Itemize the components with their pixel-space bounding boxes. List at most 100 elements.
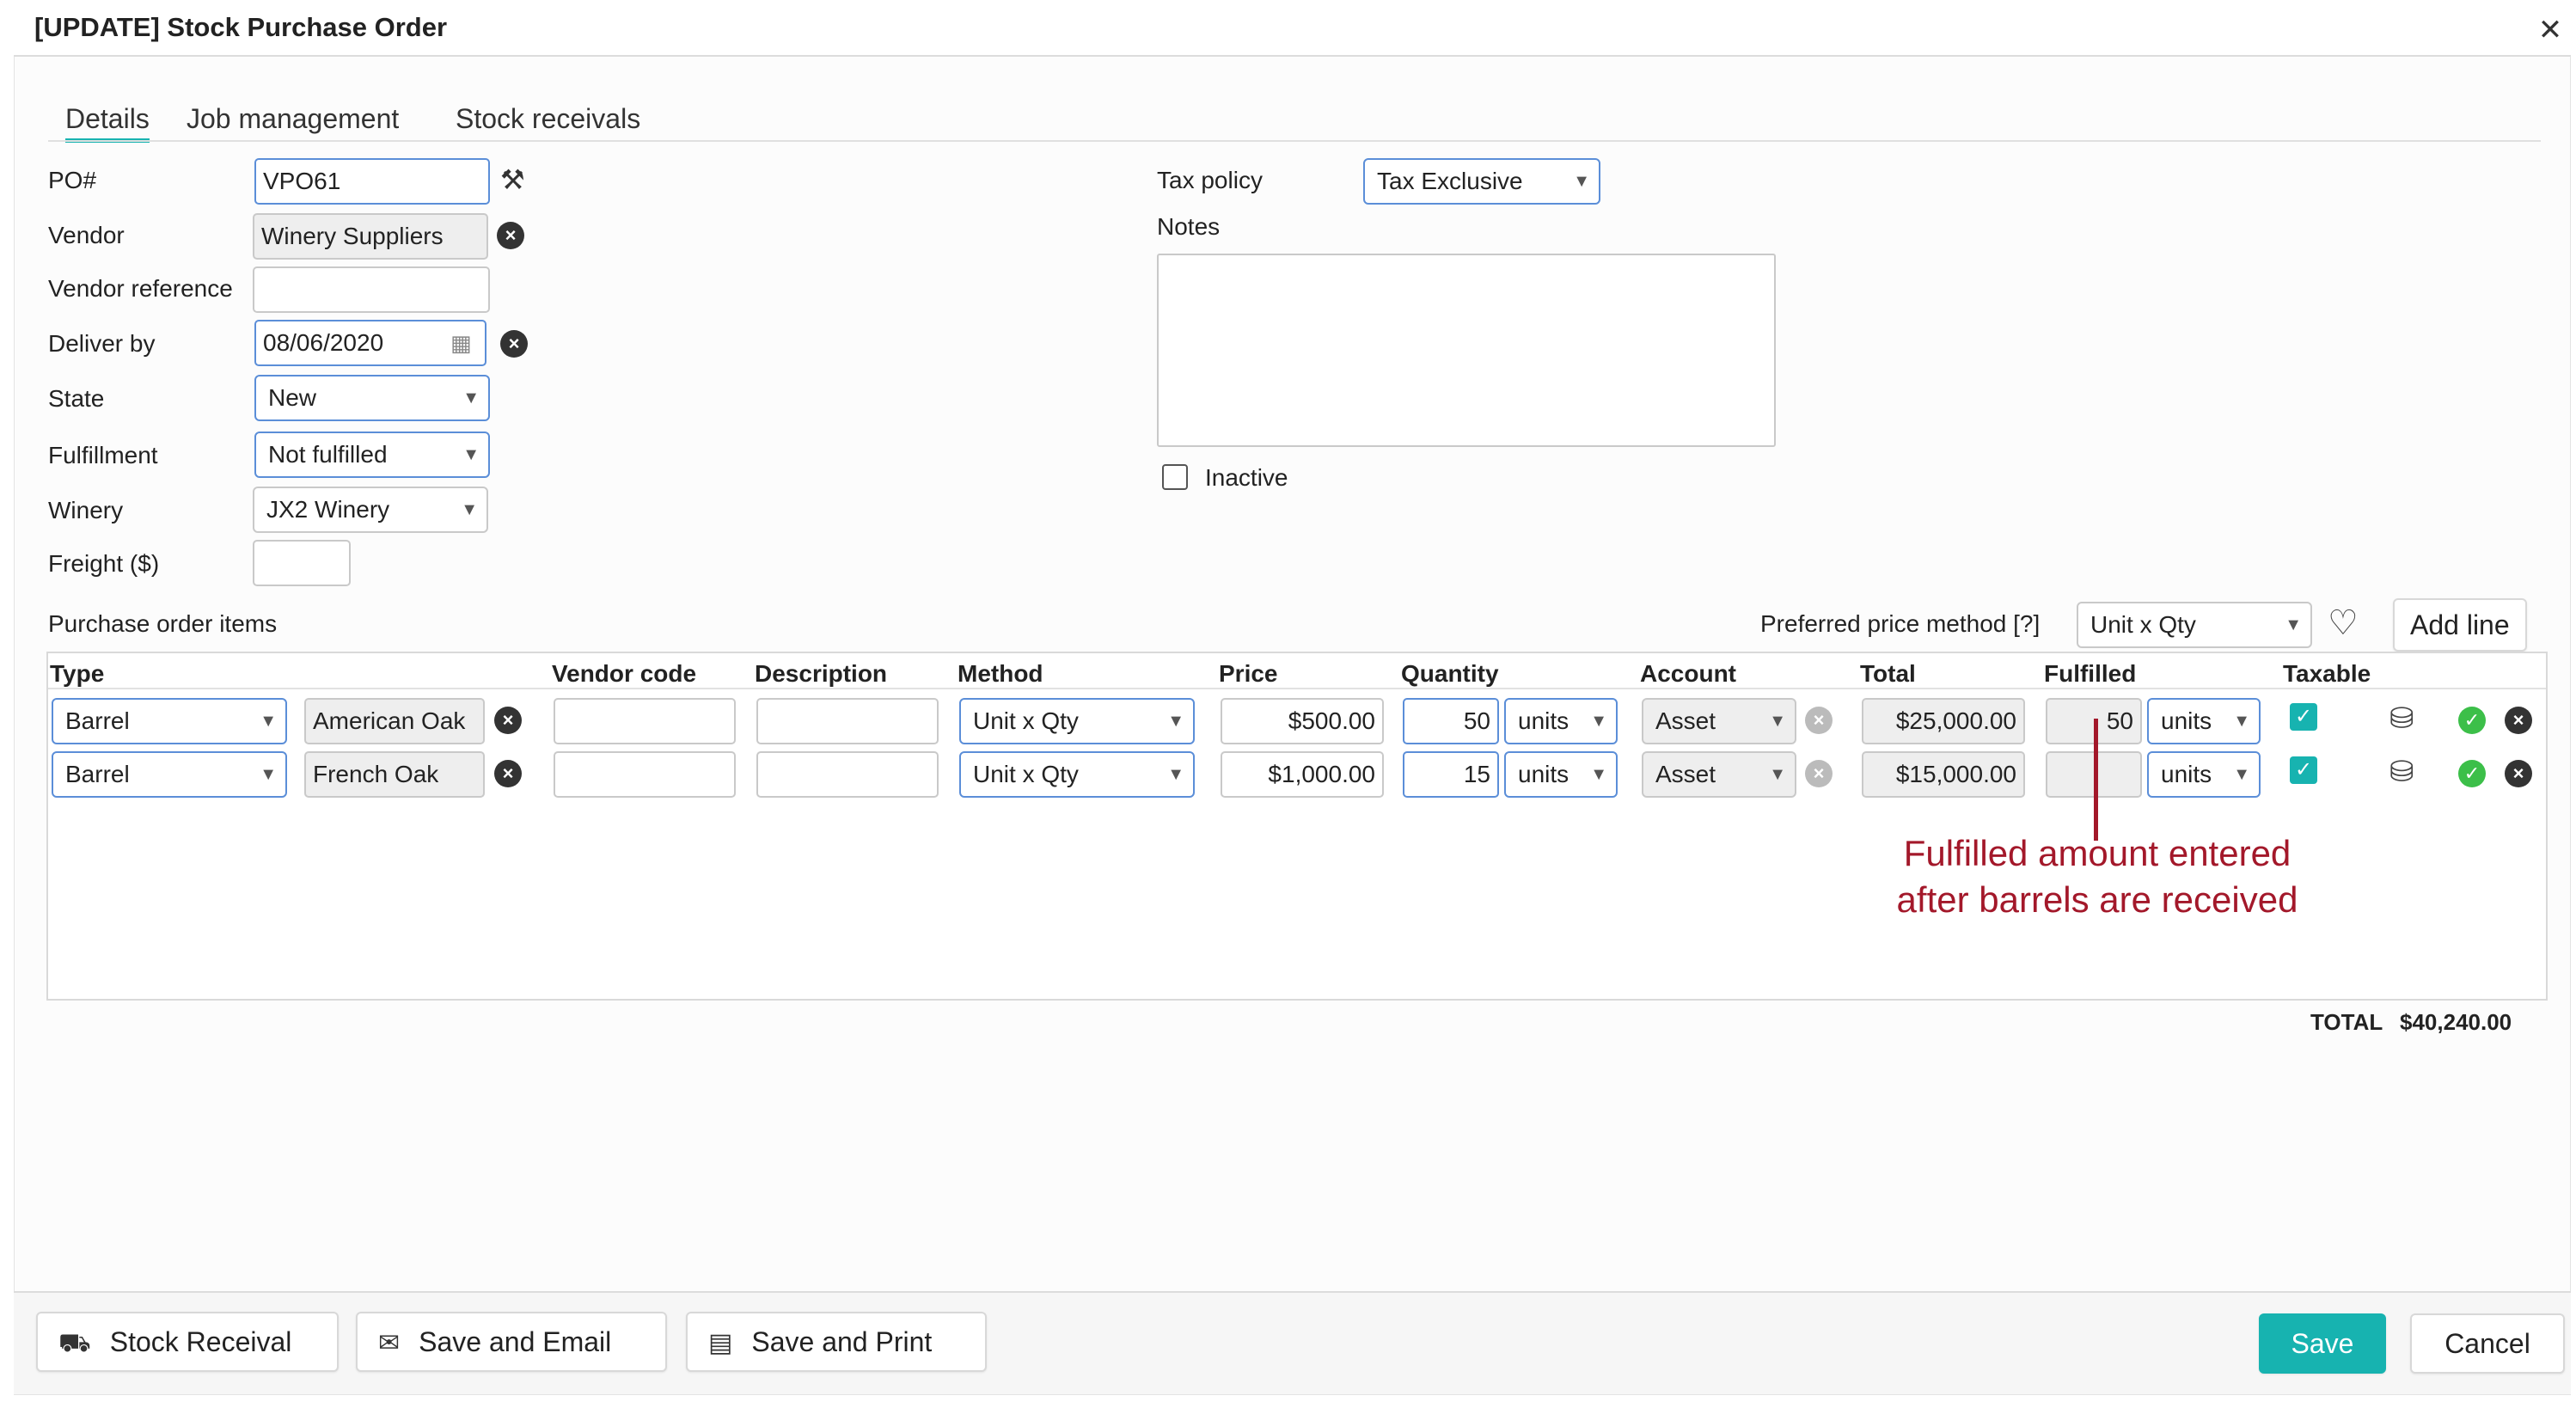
row2-price-input[interactable]: $1,000.00 xyxy=(1221,751,1384,798)
magic-wand-icon[interactable]: ⚒ xyxy=(500,163,525,196)
row1-quantity-input[interactable]: 50 xyxy=(1403,698,1499,744)
chevron-down-icon: ▼ xyxy=(1167,765,1184,784)
cancel-button[interactable]: Cancel xyxy=(2410,1313,2565,1374)
tab-divider xyxy=(48,140,2541,142)
row1-clear-account-icon[interactable]: × xyxy=(1805,707,1833,734)
vendor-input[interactable]: Winery Suppliers xyxy=(253,213,488,260)
row2-total-value: $15,000.00 xyxy=(1862,751,2025,798)
fulfillment-select[interactable]: Not fulfilled ▼ xyxy=(254,432,490,478)
notes-label: Notes xyxy=(1157,213,1221,240)
row2-clear-account-icon[interactable]: × xyxy=(1805,760,1833,787)
row2-quantity-input[interactable]: 15 xyxy=(1403,751,1499,798)
row1-account-value: Asset xyxy=(1655,707,1716,734)
row2-clear-item-icon[interactable]: × xyxy=(494,760,522,787)
chevron-down-icon: ▼ xyxy=(1573,172,1590,191)
row2-vendor-code-input[interactable] xyxy=(554,751,736,798)
row2-type-select[interactable]: Barrel ▼ xyxy=(52,751,287,798)
deliver-by-label: Deliver by xyxy=(48,330,156,357)
tab-stock-receivals[interactable]: Stock receivals xyxy=(456,103,640,135)
purchase-order-items-label: Purchase order items xyxy=(48,610,278,637)
chevron-down-icon: ▼ xyxy=(1167,712,1184,731)
close-icon[interactable]: ✕ xyxy=(2536,15,2565,45)
row1-description-input[interactable] xyxy=(756,698,939,744)
tax-policy-value: Tax Exclusive xyxy=(1377,168,1523,194)
col-method: Method xyxy=(958,660,1043,687)
row2-method-select[interactable]: Unit x Qty ▼ xyxy=(959,751,1195,798)
save-and-print-button[interactable]: ▤ Save and Print xyxy=(686,1312,987,1372)
row2-item-input[interactable]: French Oak xyxy=(304,751,485,798)
row1-method-value: Unit x Qty xyxy=(973,707,1079,734)
row2-account-select[interactable]: Asset ▼ xyxy=(1642,751,1796,798)
preferred-price-method-label: Preferred price method [?] xyxy=(1760,610,2041,637)
row1-taxable-checkbox[interactable]: ✓ xyxy=(2290,703,2317,731)
tab-details[interactable]: Details xyxy=(65,103,150,143)
annotation-line-1: Fulfilled amount entered xyxy=(1903,833,2291,873)
col-vendor-code: Vendor code xyxy=(552,660,697,687)
row1-account-select[interactable]: Asset ▼ xyxy=(1642,698,1796,744)
row1-method-select[interactable]: Unit x Qty ▼ xyxy=(959,698,1195,744)
preferred-price-method-select[interactable]: Unit x Qty ▼ xyxy=(2077,602,2312,648)
dialog-title: [UPDATE] Stock Purchase Order xyxy=(34,12,448,42)
row2-taxable-checkbox[interactable]: ✓ xyxy=(2290,756,2317,784)
state-select[interactable]: New ▼ xyxy=(254,375,490,421)
chevron-down-icon: ▼ xyxy=(1769,765,1786,784)
save-and-print-label: Save and Print xyxy=(751,1326,933,1357)
row1-confirm-icon[interactable]: ✓ xyxy=(2458,707,2486,734)
row1-delete-icon[interactable]: × xyxy=(2505,707,2532,734)
winery-select[interactable]: JX2 Winery ▼ xyxy=(253,487,488,533)
row2-quantity-unit-value: units xyxy=(1518,761,1569,787)
truck-icon: ⛟ xyxy=(58,1329,91,1357)
stock-receival-button[interactable]: ⛟ Stock Receival xyxy=(36,1312,339,1372)
po-input[interactable]: VPO61 xyxy=(254,158,490,205)
row1-quantity-unit-select[interactable]: units ▼ xyxy=(1504,698,1618,744)
save-button[interactable]: Save xyxy=(2259,1313,2386,1374)
calendar-icon[interactable]: ▦ xyxy=(450,330,472,357)
total-value: $40,240.00 xyxy=(2400,1009,2512,1035)
clear-date-icon[interactable]: × xyxy=(500,330,528,358)
notes-textarea[interactable] xyxy=(1157,254,1776,447)
row2-confirm-icon[interactable]: ✓ xyxy=(2458,760,2486,787)
row2-fulfilled-unit-select[interactable]: units ▼ xyxy=(2147,751,2261,798)
save-and-email-label: Save and Email xyxy=(419,1326,612,1357)
row1-fulfilled-unit-select[interactable]: units ▼ xyxy=(2147,698,2261,744)
row2-delete-icon[interactable]: × xyxy=(2505,760,2532,787)
col-description: Description xyxy=(755,660,888,687)
state-label: State xyxy=(48,385,105,412)
vendor-label: Vendor xyxy=(48,222,125,248)
row1-barrel-icon[interactable]: ⛁ xyxy=(2389,701,2414,736)
fulfillment-label: Fulfillment xyxy=(48,442,158,468)
row1-clear-item-icon[interactable]: × xyxy=(494,707,522,734)
tab-job-management[interactable]: Job management xyxy=(187,103,399,135)
state-value: New xyxy=(268,384,317,411)
inactive-checkbox[interactable] xyxy=(1162,464,1188,490)
add-line-button[interactable]: Add line xyxy=(2393,598,2527,652)
row2-quantity-unit-select[interactable]: units ▼ xyxy=(1504,751,1618,798)
row2-method-value: Unit x Qty xyxy=(973,761,1079,787)
tax-policy-select[interactable]: Tax Exclusive ▼ xyxy=(1363,158,1600,205)
row1-fulfilled-unit-value: units xyxy=(2161,707,2212,734)
total-label: TOTAL xyxy=(2310,1009,2383,1035)
freight-input[interactable] xyxy=(253,540,351,586)
save-and-email-button[interactable]: ✉ Save and Email xyxy=(356,1312,667,1372)
row1-vendor-code-input[interactable] xyxy=(554,698,736,744)
row1-price-input[interactable]: $500.00 xyxy=(1221,698,1384,744)
vendor-reference-input[interactable] xyxy=(253,266,490,313)
chevron-down-icon: ▼ xyxy=(2233,765,2250,784)
row1-item-input[interactable]: American Oak xyxy=(304,698,485,744)
row1-type-select[interactable]: Barrel ▼ xyxy=(52,698,287,744)
deliver-by-value: 08/06/2020 xyxy=(263,329,384,356)
col-type: Type xyxy=(50,660,105,687)
heart-icon[interactable]: ♡ xyxy=(2328,603,2359,643)
col-fulfilled: Fulfilled xyxy=(2044,660,2137,687)
clear-vendor-icon[interactable]: × xyxy=(497,222,524,249)
col-account: Account xyxy=(1640,660,1736,687)
row2-fulfilled-unit-value: units xyxy=(2161,761,2212,787)
chevron-down-icon: ▼ xyxy=(1590,765,1607,784)
row2-barrel-icon[interactable]: ⛁ xyxy=(2389,755,2414,789)
table-header-divider xyxy=(48,688,2546,689)
col-quantity: Quantity xyxy=(1401,660,1499,687)
col-price: Price xyxy=(1219,660,1278,687)
row2-description-input[interactable] xyxy=(756,751,939,798)
winery-value: JX2 Winery xyxy=(266,496,390,523)
freight-label: Freight ($) xyxy=(48,550,160,577)
